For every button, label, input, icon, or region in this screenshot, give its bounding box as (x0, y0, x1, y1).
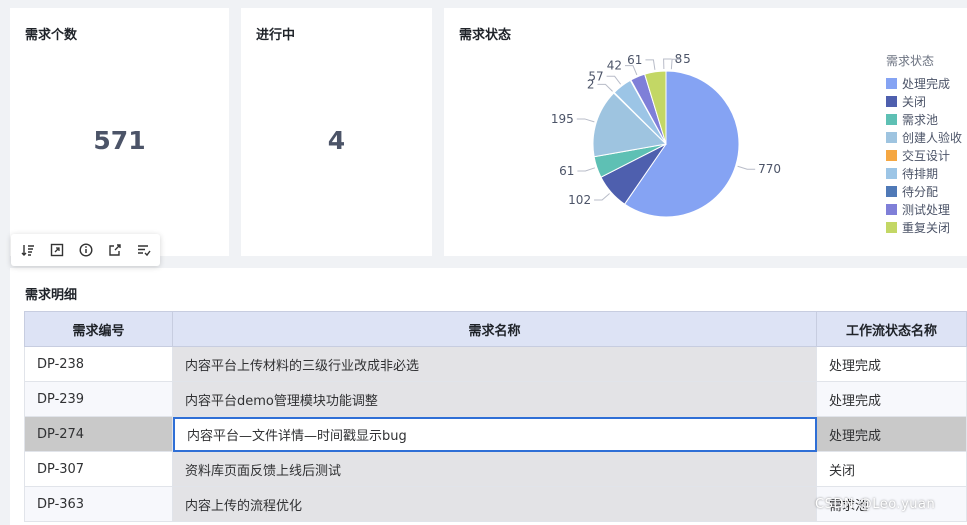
legend-swatch (886, 221, 897, 233)
cell-status[interactable]: 处理完成 (816, 381, 967, 417)
legend-swatch (886, 149, 897, 161)
legend-item[interactable]: 需求池 (886, 110, 962, 128)
cell-name[interactable]: 内容平台demo管理模块功能调整 (172, 381, 817, 417)
pie-data-label: 61 (559, 164, 574, 178)
demand-status-card: 需求状态 770 102 61 195 2 57 42 61 8 5 需求状态 处理完成 关闭 需求池… (444, 8, 967, 256)
in-progress-title: 进行中 (256, 28, 296, 43)
legend-item[interactable]: 待分配 (886, 182, 962, 200)
cell-id[interactable]: DP-239 (24, 381, 173, 417)
cell-id[interactable]: DP-238 (24, 346, 173, 382)
legend-item[interactable]: 重复关闭 (886, 218, 962, 236)
pie-data-label: 5 (683, 52, 691, 66)
cell-name-editing[interactable]: 内容平台—文件详情—时间戳显示bug (172, 416, 817, 452)
pie-leader-line (645, 59, 656, 70)
in-progress-card: 进行中 4 (241, 8, 432, 256)
cell-status[interactable]: 关闭 (816, 451, 967, 487)
table-toolbar (11, 234, 160, 266)
cell-id[interactable]: DP-274 (24, 416, 173, 452)
column-header-name[interactable]: 需求名称 (172, 311, 817, 347)
pie-leader-line (624, 65, 638, 76)
pie-data-label: 61 (627, 53, 642, 67)
legend-label: 交互设计 (902, 148, 951, 163)
legend-swatch (886, 95, 897, 107)
cell-name[interactable]: 内容平台上传材料的三级行业改成非必选 (172, 346, 817, 382)
fullscreen-icon[interactable] (49, 242, 65, 258)
pie-leader-line (597, 83, 613, 92)
legend-item[interactable]: 关闭 (886, 92, 962, 110)
cell-name[interactable]: 内容上传的流程优化 (172, 486, 817, 522)
legend-label: 测试处理 (902, 202, 951, 217)
pie-leader-line (594, 193, 610, 201)
legend-label: 待排期 (902, 166, 939, 181)
legend-item[interactable]: 交互设计 (886, 146, 962, 164)
cell-name[interactable]: 资料库页面反馈上线后测试 (172, 451, 817, 487)
table-row[interactable]: DP-239 内容平台demo管理模块功能调整 处理完成 (24, 381, 967, 417)
pie-leader-line (576, 118, 595, 123)
legend-swatch (886, 185, 897, 197)
table-row[interactable]: DP-307 资料库页面反馈上线后测试 关闭 (24, 451, 967, 487)
legend-label: 需求池 (902, 112, 939, 127)
legend-item[interactable]: 创建人验收 (886, 128, 962, 146)
demand-detail-title: 需求明细 (25, 288, 78, 303)
filter-list-icon[interactable] (136, 242, 152, 258)
legend-label: 关闭 (902, 94, 927, 109)
legend-title: 需求状态 (886, 54, 935, 68)
table-header-row: 需求编号 需求名称 工作流状态名称 (24, 311, 967, 347)
legend-swatch (886, 131, 897, 143)
pie-leader-line (663, 58, 672, 70)
pie-data-label: 42 (607, 59, 622, 73)
pie-leader-line (606, 75, 622, 85)
watermark: CSDN @Leo.yuan (815, 497, 936, 512)
export-icon[interactable] (107, 242, 123, 258)
pie-data-label: 102 (568, 193, 591, 207)
cell-status[interactable]: 处理完成 (816, 416, 967, 452)
pie-data-label: 195 (551, 112, 574, 126)
legend-swatch (886, 113, 897, 125)
sort-icon[interactable] (20, 242, 36, 258)
pie-leader-line (737, 165, 756, 170)
legend-item[interactable]: 待排期 (886, 164, 962, 182)
legend-label: 处理完成 (902, 76, 951, 91)
pie-data-label: 57 (588, 69, 603, 83)
pie-data-label: 770 (758, 162, 781, 176)
legend-item[interactable]: 测试处理 (886, 200, 962, 218)
demand-count-card: 需求个数 571 (10, 8, 229, 256)
cell-id[interactable]: DP-307 (24, 451, 173, 487)
legend-item[interactable]: 处理完成 (886, 74, 962, 92)
legend-label: 待分配 (902, 184, 939, 199)
cell-id[interactable]: DP-363 (24, 486, 173, 522)
table-row-selected[interactable]: DP-274 内容平台—文件详情—时间戳显示bug 处理完成 (24, 416, 967, 452)
column-header-id[interactable]: 需求编号 (24, 311, 173, 347)
legend-label: 创建人验收 (902, 130, 963, 145)
demand-detail-table: 需求编号 需求名称 工作流状态名称 DP-238 内容平台上传材料的三级行业改成… (24, 311, 967, 522)
cell-status[interactable]: 处理完成 (816, 346, 967, 382)
legend-label: 重复关闭 (902, 220, 951, 235)
legend-swatch (886, 77, 897, 89)
demand-count-title: 需求个数 (25, 28, 78, 43)
in-progress-value: 4 (327, 126, 346, 155)
table-row[interactable]: DP-238 内容平台上传材料的三级行业改成非必选 处理完成 (24, 346, 967, 382)
pie-legend[interactable]: 需求状态 处理完成关闭需求池创建人验收交互设计待排期待分配测试处理重复关闭 (886, 52, 962, 236)
info-icon[interactable] (78, 242, 94, 258)
legend-swatch (886, 167, 897, 179)
pie-leader-line (577, 167, 596, 172)
demand-count-value: 571 (93, 126, 146, 155)
legend-swatch (886, 203, 897, 215)
demand-detail-card: 需求明细 需求编号 需求名称 工作流状态名称 DP-238 内容平台上传材料的三… (10, 268, 967, 525)
column-header-status[interactable]: 工作流状态名称 (816, 311, 967, 347)
